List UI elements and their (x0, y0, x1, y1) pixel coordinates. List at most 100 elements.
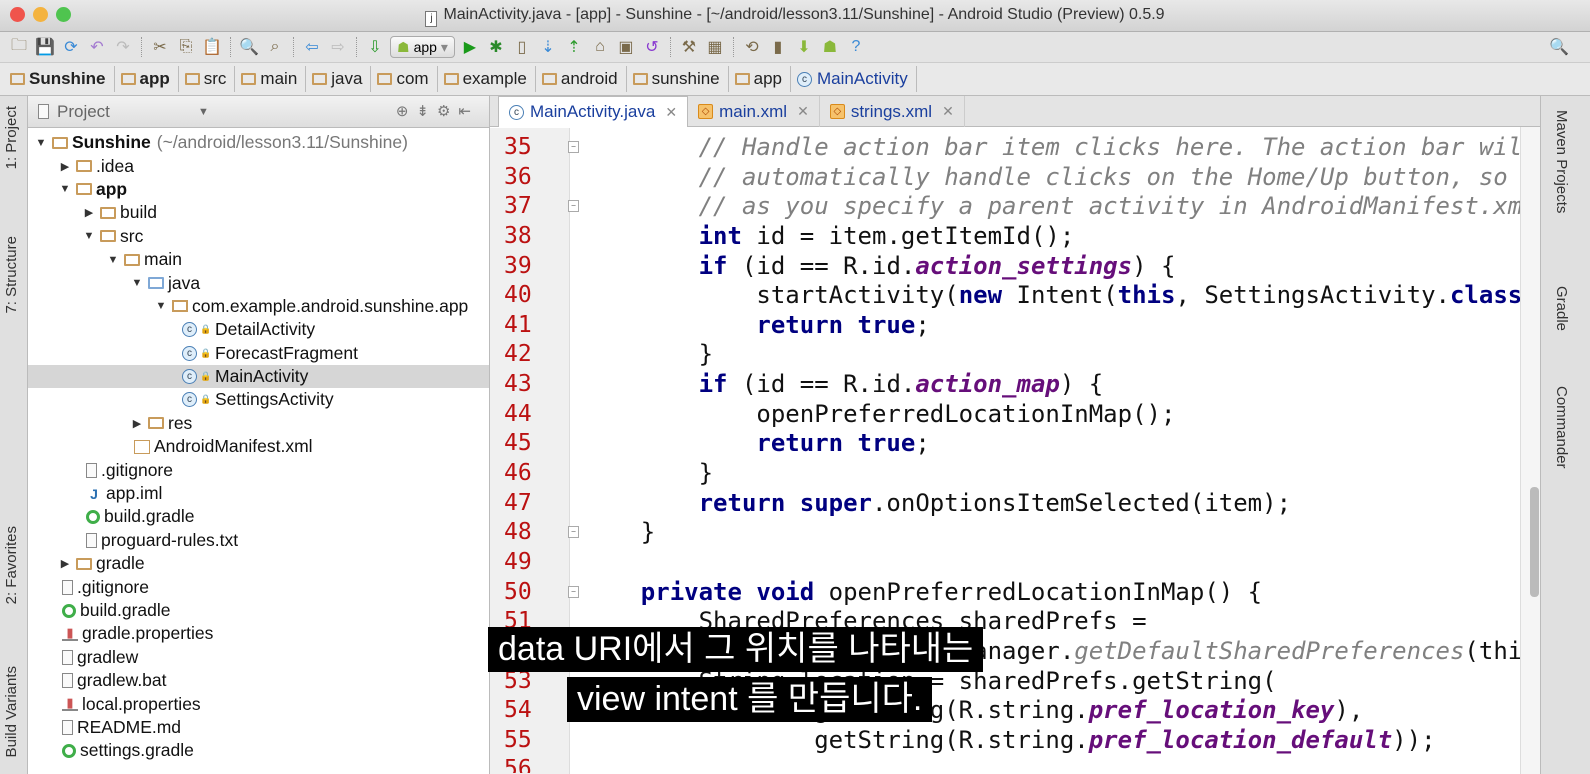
breadcrumb-item[interactable]: app (734, 66, 792, 92)
breadcrumb-item[interactable]: example (443, 66, 536, 92)
collapsed-arrow-icon[interactable]: ▶ (58, 160, 72, 173)
tab-main-xml[interactable]: ◇ main.xml ✕ (688, 96, 820, 127)
sdk-icon[interactable]: ⌂ (589, 36, 611, 58)
device-icon[interactable]: ▯ (511, 36, 533, 58)
tree-item[interactable]: ▮ gradle.properties (28, 622, 489, 645)
breadcrumb-item[interactable]: java (312, 66, 372, 92)
tree-item[interactable]: ▶ gradle (28, 552, 489, 575)
tab-commander[interactable]: Commander (1553, 386, 1570, 469)
expanded-arrow-icon[interactable]: ▼ (130, 277, 144, 289)
save-icon[interactable]: 💾 (34, 36, 56, 58)
chevron-down-icon[interactable]: ▼ (198, 106, 209, 118)
redo-icon[interactable]: ↷ (112, 36, 134, 58)
fold-marker-icon[interactable]: − (568, 141, 579, 153)
tree-item[interactable]: AndroidManifest.xml (28, 435, 489, 458)
android-sdk-icon[interactable]: ⬇ (793, 36, 815, 58)
editor-scrollbar[interactable] (1520, 127, 1540, 774)
undo-icon[interactable]: ↶ (86, 36, 108, 58)
expanded-arrow-icon[interactable]: ▼ (34, 137, 48, 149)
run-icon[interactable]: ▶ (459, 36, 481, 58)
back-icon[interactable]: ⇦ (301, 36, 323, 58)
tree-item[interactable]: c 🔒 MainActivity (28, 364, 489, 389)
android-icon[interactable]: ☗ (819, 36, 841, 58)
device-monitor-icon[interactable]: ▮ (767, 36, 789, 58)
tree-item[interactable]: README.md (28, 716, 489, 739)
tree-item[interactable]: gradlew.bat (28, 669, 489, 692)
project-panel-tools[interactable]: ⊕⇟⚙⇤ (396, 102, 479, 120)
fold-marker-icon[interactable]: − (568, 585, 579, 598)
tree-item[interactable]: build.gradle (28, 599, 489, 622)
tree-item[interactable]: Japp.iml (28, 482, 489, 505)
sync-icon[interactable]: ⟳ (60, 36, 82, 58)
tab-favorites[interactable]: 2: Favorites (3, 526, 20, 604)
tab-project[interactable]: 1: Project (3, 106, 20, 169)
collapsed-arrow-icon[interactable]: ▶ (130, 417, 144, 430)
tree-item[interactable]: ▼ Sunshine (~/android/lesson3.11/Sunshine) (28, 131, 489, 154)
avd-icon[interactable]: ▣ (615, 36, 637, 58)
close-icon[interactable]: ✕ (942, 103, 954, 120)
open-folder-icon[interactable]: 🗀 (8, 36, 30, 58)
tree-item[interactable]: settings.gradle (28, 739, 489, 762)
tab-maven-projects[interactable]: Maven Projects (1553, 110, 1570, 213)
tree-item[interactable]: ▶ build (28, 201, 489, 224)
vcs-update-icon[interactable]: ⇣ (537, 36, 559, 58)
scrollbar-thumb[interactable] (1530, 487, 1539, 597)
tree-item[interactable]: ▼ main (28, 248, 489, 271)
breadcrumb-item[interactable]: android (541, 66, 627, 92)
breadcrumb-item[interactable]: com (377, 66, 438, 92)
vcs-commit-icon[interactable]: ⇡ (563, 36, 585, 58)
tree-item[interactable]: ▼ java (28, 271, 489, 294)
revert-icon[interactable]: ↺ (641, 36, 663, 58)
search-everywhere-icon[interactable]: 🔍 (1548, 36, 1570, 58)
tree-item[interactable]: build.gradle (28, 505, 489, 528)
expanded-arrow-icon[interactable]: ▼ (106, 254, 120, 266)
debug-icon[interactable]: ✱ (485, 36, 507, 58)
make-icon[interactable]: ⇩ (364, 36, 386, 58)
tree-item[interactable]: gradlew (28, 646, 489, 669)
settings-icon[interactable]: ⚒ (678, 36, 700, 58)
run-configuration-select[interactable]: ☗ app ▾ (390, 36, 455, 58)
cut-icon[interactable]: ✂ (149, 36, 171, 58)
close-icon[interactable]: ✕ (665, 104, 677, 121)
tab-build-variants[interactable]: Build Variants (3, 666, 20, 757)
breadcrumb-item[interactable]: sunshine (632, 66, 729, 92)
close-icon[interactable]: ✕ (797, 103, 809, 120)
breadcrumb-item[interactable]: src (184, 66, 236, 92)
tree-item[interactable]: ▶ .idea (28, 154, 489, 177)
structure-icon[interactable]: ▦ (704, 36, 726, 58)
tree-item[interactable]: ▮ local.properties (28, 692, 489, 715)
tab-gradle[interactable]: Gradle (1553, 286, 1570, 331)
tree-item[interactable]: c 🔒 ForecastFragment (28, 342, 489, 365)
expanded-arrow-icon[interactable]: ▼ (82, 230, 96, 242)
tree-item[interactable]: ▼ src (28, 225, 489, 248)
forward-icon[interactable]: ⇨ (327, 36, 349, 58)
fold-marker-icon[interactable]: − (568, 200, 579, 213)
breadcrumb-item[interactable]: app (120, 66, 179, 92)
tree-item[interactable]: c 🔒 SettingsActivity (28, 388, 489, 411)
tree-item[interactable]: ▼ app (28, 178, 489, 201)
sync-gradle-icon[interactable]: ⟲ (741, 36, 763, 58)
replace-icon[interactable]: ⌕ (264, 36, 286, 58)
tab-structure[interactable]: 7: Structure (3, 236, 20, 314)
copy-icon[interactable]: ⎘ (175, 36, 197, 58)
find-icon[interactable]: 🔍 (238, 36, 260, 58)
tree-item[interactable]: .gitignore (28, 458, 489, 481)
tree-item[interactable]: proguard-rules.txt (28, 529, 489, 552)
expanded-arrow-icon[interactable]: ▼ (154, 300, 168, 312)
project-view-selector[interactable]: Project (57, 102, 110, 122)
fold-marker-icon[interactable]: − (568, 526, 579, 539)
breadcrumb-item[interactable]: Sunshine (10, 66, 115, 92)
collapsed-arrow-icon[interactable]: ▶ (82, 206, 96, 219)
tab-mainactivity-java[interactable]: c MainActivity.java ✕ (498, 96, 689, 127)
paste-icon[interactable]: 📋 (201, 36, 223, 58)
tree-item[interactable]: ▶ res (28, 412, 489, 435)
breadcrumb-item[interactable]: main (241, 66, 307, 92)
tab-strings-xml[interactable]: ◇ strings.xml ✕ (820, 96, 965, 127)
expanded-arrow-icon[interactable]: ▼ (58, 183, 72, 195)
collapsed-arrow-icon[interactable]: ▶ (58, 557, 72, 570)
breadcrumb-item[interactable]: c MainActivity (797, 66, 917, 92)
tree-item[interactable]: c 🔒 DetailActivity (28, 318, 489, 341)
tree-item[interactable]: ▼ com.example.android.sunshine.app (28, 295, 489, 318)
help-icon[interactable]: ? (845, 36, 867, 58)
tree-item[interactable]: .gitignore (28, 575, 489, 598)
